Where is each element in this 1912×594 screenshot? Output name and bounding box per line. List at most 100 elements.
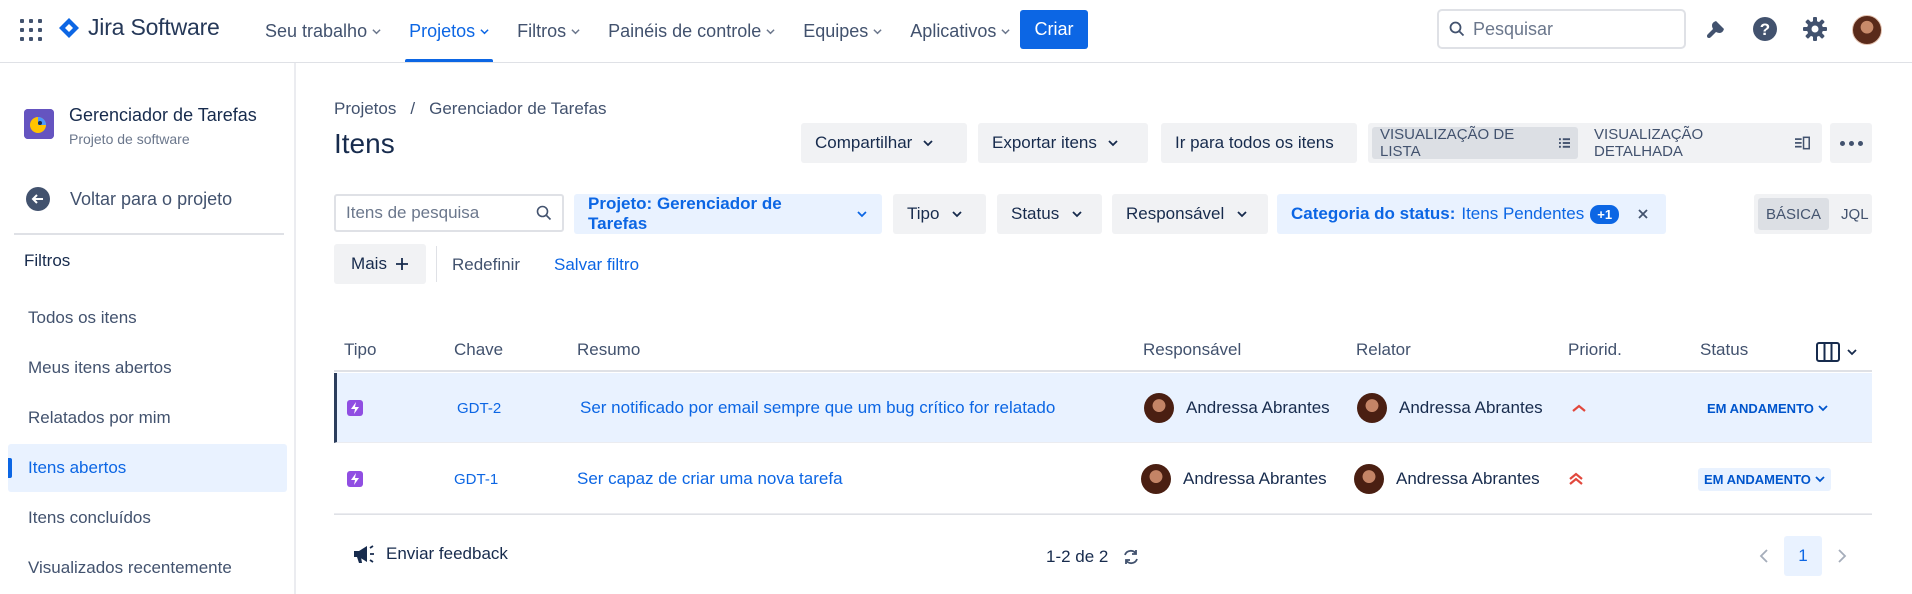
more-filters-button[interactable]: Mais (334, 244, 426, 284)
issue-search-field[interactable] (334, 194, 564, 232)
chevron-down-icon (1108, 140, 1118, 147)
column-header-key[interactable]: Chave (454, 340, 503, 360)
chevron-down-icon (372, 28, 381, 34)
export-issues-button[interactable]: Exportar itens (978, 123, 1148, 163)
assignee-filter-button[interactable]: Responsável (1112, 194, 1268, 234)
more-filters-label: Mais (351, 254, 387, 273)
sidebar-item-todos-os-itens[interactable]: Todos os itens (8, 294, 287, 342)
breadcrumb: Projetos / Gerenciador de Tarefas (334, 99, 606, 119)
avatar (1357, 393, 1387, 423)
priority-medium-icon (1571, 373, 1587, 443)
breadcrumb-project-link[interactable]: Gerenciador de Tarefas (429, 99, 606, 119)
project-filter-button[interactable]: Projeto: Gerenciador de Tarefas (574, 194, 882, 234)
more-actions-button[interactable] (1830, 123, 1872, 163)
help-icon[interactable]: ? (1751, 15, 1779, 43)
reset-filters-button[interactable]: Redefinir (452, 255, 520, 275)
list-view-button[interactable]: VISUALIZAÇÃO DE LISTA (1372, 126, 1579, 160)
app-switcher-icon[interactable] (20, 19, 42, 41)
column-header-type[interactable]: Tipo (344, 340, 376, 360)
issue-search-input[interactable] (346, 203, 526, 223)
chevron-down-icon (571, 28, 580, 34)
sidebar-divider (14, 233, 284, 235)
sidebar-item-relatados-por-mim[interactable]: Relatados por mim (8, 394, 287, 442)
sidebar-item-meus-itens-abertos[interactable]: Meus itens abertos (8, 344, 287, 392)
back-to-project-link[interactable]: Voltar para o projeto (26, 187, 232, 211)
assignee-cell[interactable]: Andressa Abrantes (1144, 373, 1330, 443)
user-avatar[interactable] (1852, 15, 1882, 45)
back-label: Voltar para o projeto (70, 188, 233, 209)
chevron-left-icon[interactable] (1758, 548, 1770, 564)
status-cell[interactable]: EM ANDAMENTO (1698, 444, 1831, 514)
sidebar-item-itens-abertos[interactable]: Itens abertos (8, 444, 287, 492)
nav-item-filtros[interactable]: Filtros (508, 0, 589, 62)
detail-view-button[interactable]: VISUALIZAÇÃO DETALHADA (1586, 126, 1818, 160)
filter-divider (436, 246, 437, 282)
jql-mode-button[interactable]: JQL (1833, 198, 1877, 230)
send-feedback-button[interactable]: Enviar feedback (352, 543, 508, 565)
column-header-reporter[interactable]: Relator (1356, 340, 1411, 360)
page-button-1[interactable]: 1 (1784, 536, 1822, 576)
issue-summary-link[interactable]: Ser capaz de criar uma nova tarefa (577, 444, 843, 514)
jira-logo[interactable]: Jira Software (58, 14, 220, 41)
refresh-icon[interactable] (1122, 548, 1140, 566)
nav-item-equipes[interactable]: Equipes (794, 0, 891, 62)
column-header-assignee[interactable]: Responsável (1143, 340, 1241, 360)
reporter-cell[interactable]: Andressa Abrantes (1357, 373, 1543, 443)
column-header-summary[interactable]: Resumo (577, 340, 640, 360)
sidebar-item-visualizados-recentemente[interactable]: Visualizados recentemente (8, 544, 287, 592)
sidebar-item-itens-concluidos[interactable]: Itens concluídos (8, 494, 287, 542)
go-to-all-issues-button[interactable]: Ir para todos os itens (1161, 123, 1357, 163)
search-input[interactable] (1473, 18, 1673, 40)
issue-key-link[interactable]: GDT-1 (454, 444, 498, 514)
search-icon (1449, 21, 1465, 37)
table-row[interactable]: GDT-1 Ser capaz de criar uma nova tarefa… (334, 444, 1872, 514)
chevron-down-icon (1818, 405, 1828, 412)
view-toggle: VISUALIZAÇÃO DE LISTA VISUALIZAÇÃO DETAL… (1368, 123, 1822, 163)
nav-item-aplicativos[interactable]: Aplicativos (901, 0, 1019, 62)
avatar (1141, 464, 1171, 494)
nav-item-paineis[interactable]: Painéis de controle (599, 0, 784, 62)
nav-item-projetos[interactable]: Projetos (400, 0, 498, 62)
save-filter-button[interactable]: Salvar filtro (554, 255, 639, 275)
jira-diamond-icon (59, 17, 79, 38)
type-filter-button[interactable]: Tipo (893, 194, 986, 234)
sidebar-item-label: Todos os itens (28, 308, 137, 327)
svg-text:?: ? (1760, 20, 1770, 39)
breadcrumb-projects-link[interactable]: Projetos (334, 99, 396, 119)
column-header-status[interactable]: Status (1700, 340, 1748, 360)
column-header-priority[interactable]: Priorid. (1568, 340, 1622, 360)
feedback-label: Enviar feedback (386, 544, 508, 563)
assignee-cell[interactable]: Andressa Abrantes (1141, 444, 1327, 514)
chevron-right-icon[interactable] (1836, 548, 1848, 564)
nav-item-label: Painéis de controle (608, 20, 762, 41)
columns-icon (1816, 342, 1840, 362)
create-button[interactable]: Criar (1020, 10, 1088, 49)
page-range-text: 1-2 de 2 (1046, 547, 1109, 566)
status-lozenge[interactable]: EM ANDAMENTO (1701, 396, 1834, 420)
status-lozenge[interactable]: EM ANDAMENTO (1698, 467, 1831, 491)
notifications-icon[interactable] (1702, 15, 1730, 43)
assignee-name: Andressa Abrantes (1183, 469, 1327, 488)
page-title: Itens (334, 128, 395, 159)
nav-item-seu-trabalho[interactable]: Seu trabalho (256, 0, 390, 62)
export-label: Exportar itens (992, 133, 1097, 152)
status-category-filter-button[interactable]: Categoria do status: Itens Pendentes +1 (1277, 194, 1666, 234)
issue-key-link[interactable]: GDT-2 (457, 373, 501, 443)
clear-filter-icon[interactable] (1637, 208, 1649, 220)
column-picker-button[interactable] (1816, 342, 1858, 362)
nav-item-label: Projetos (409, 20, 476, 41)
table-footer-divider (334, 514, 1872, 515)
global-search[interactable] (1437, 9, 1686, 49)
status-filter-button[interactable]: Status (997, 194, 1102, 234)
basic-mode-button[interactable]: BÁSICA (1758, 198, 1830, 230)
pagination-info: 1-2 de 2 (1046, 547, 1140, 567)
issue-summary-link[interactable]: Ser notificado por email sempre que um b… (580, 373, 1055, 443)
type-filter-label: Tipo (907, 204, 940, 223)
issue-type-cell (347, 373, 363, 443)
share-button[interactable]: Compartilhar (801, 123, 967, 163)
settings-icon[interactable] (1801, 15, 1829, 43)
table-row[interactable]: GDT-2 Ser notificado por email sempre qu… (334, 373, 1872, 443)
assignee-filter-label: Responsável (1126, 204, 1225, 223)
reporter-cell[interactable]: Andressa Abrantes (1354, 444, 1540, 514)
status-cell[interactable]: EM ANDAMENTO (1701, 373, 1834, 443)
